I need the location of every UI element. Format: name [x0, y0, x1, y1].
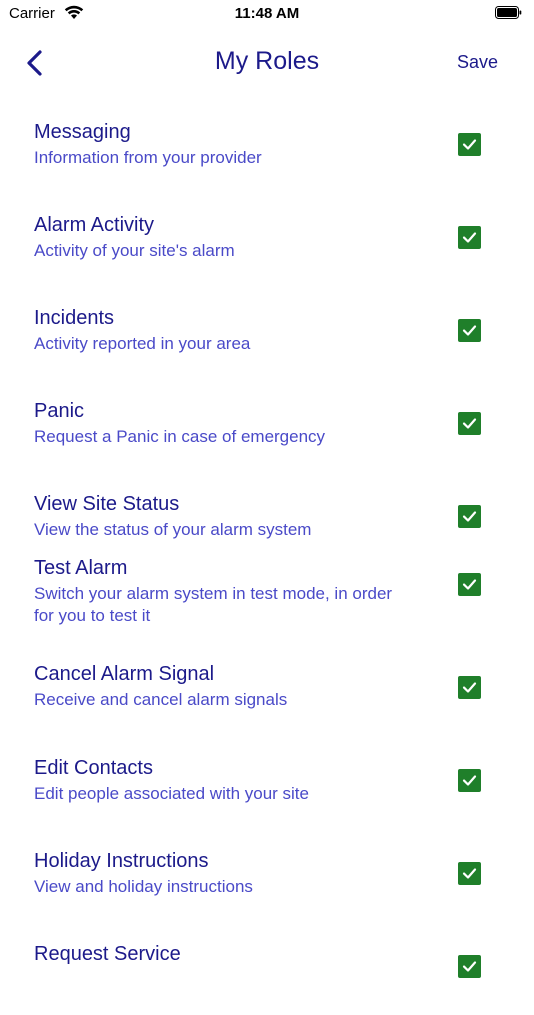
role-name: Panic	[34, 400, 85, 422]
role-description: View the status of your alarm system	[34, 520, 312, 539]
role-description: Request a Panic in case of emergency	[34, 427, 326, 446]
role-row: Test Alarm Switch your alarm system in te…	[0, 550, 534, 643]
role-text: View Site Status View the status of your …	[34, 492, 414, 541]
role-checkbox[interactable]	[458, 862, 481, 885]
role-text: Request Service	[34, 942, 414, 966]
role-checkbox[interactable]	[458, 573, 481, 596]
role-row: View Site Status View the status of your …	[0, 472, 534, 550]
role-checkbox[interactable]	[458, 412, 481, 435]
checkmark-icon	[462, 775, 477, 786]
role-description: View and holiday instructions	[34, 877, 253, 896]
role-name: Test Alarm	[34, 557, 128, 579]
role-description: Activity reported in your area	[34, 334, 251, 353]
role-description: Activity of your site's alarm	[34, 241, 235, 260]
role-checkbox[interactable]	[458, 226, 481, 249]
checkmark-icon	[462, 139, 477, 150]
role-text: Cancel Alarm Signal Receive and cancel al…	[34, 662, 414, 711]
role-description: Information from your provider	[34, 148, 262, 167]
role-checkbox[interactable]	[458, 676, 481, 699]
role-row: Cancel Alarm Signal Receive and cancel al…	[0, 643, 534, 736]
role-name: Request Service	[34, 943, 181, 965]
role-row: Alarm Activity Activity of your site's al…	[0, 193, 534, 286]
role-description: Switch your alarm system in test mode, i…	[34, 584, 393, 625]
role-row: Edit Contacts Edit people associated with…	[0, 736, 534, 829]
checkmark-icon	[462, 579, 477, 590]
checkmark-icon	[462, 511, 477, 522]
role-checkbox[interactable]	[458, 769, 481, 792]
role-text: Test Alarm Switch your alarm system in te…	[34, 556, 414, 627]
status-time: 11:48 AM	[234, 5, 300, 22]
role-name: Edit Contacts	[34, 757, 153, 779]
role-name: Messaging	[34, 121, 131, 143]
role-checkbox[interactable]	[458, 133, 481, 156]
save-button[interactable]: Save	[457, 52, 498, 73]
role-text: Alarm Activity Activity of your site's al…	[34, 213, 414, 262]
role-description: Receive and cancel alarm signals	[34, 690, 288, 709]
navigation-bar: My Roles Save	[0, 38, 534, 88]
role-name: Alarm Activity	[34, 214, 155, 236]
checkmark-icon	[462, 961, 477, 972]
role-name: Holiday Instructions	[34, 850, 209, 872]
role-checkbox[interactable]	[458, 955, 481, 978]
role-name: Incidents	[34, 307, 115, 329]
role-row: Holiday Instructions View and holiday ins…	[0, 829, 534, 922]
roles-list: Messaging Information from your provider A…	[0, 100, 534, 1015]
role-text: Messaging Information from your provider	[34, 120, 414, 169]
battery-icon	[495, 6, 522, 19]
checkmark-icon	[462, 418, 477, 429]
checkmark-icon	[462, 868, 477, 879]
checkmark-icon	[462, 232, 477, 243]
role-checkbox[interactable]	[458, 505, 481, 528]
role-name: Cancel Alarm Signal	[34, 663, 215, 685]
page-title: My Roles	[214, 47, 320, 75]
status-bar: Carrier 11:48 AM	[0, 0, 534, 28]
role-row: Incidents Activity reported in your area	[0, 286, 534, 379]
role-row: Request Service	[0, 922, 534, 1015]
role-name: View Site Status	[34, 493, 180, 515]
role-checkbox[interactable]	[458, 319, 481, 342]
role-text: Holiday Instructions View and holiday ins…	[34, 849, 414, 898]
role-text: Incidents Activity reported in your area	[34, 306, 414, 355]
role-text: Panic Request a Panic in case of emergenc…	[34, 399, 414, 448]
checkmark-icon	[462, 325, 477, 336]
checkmark-icon	[462, 682, 477, 693]
role-row: Messaging Information from your provider	[0, 100, 534, 193]
role-description: Edit people associated with your site	[34, 784, 309, 803]
role-text: Edit Contacts Edit people associated with…	[34, 756, 414, 805]
role-row: Panic Request a Panic in case of emergenc…	[0, 379, 534, 472]
